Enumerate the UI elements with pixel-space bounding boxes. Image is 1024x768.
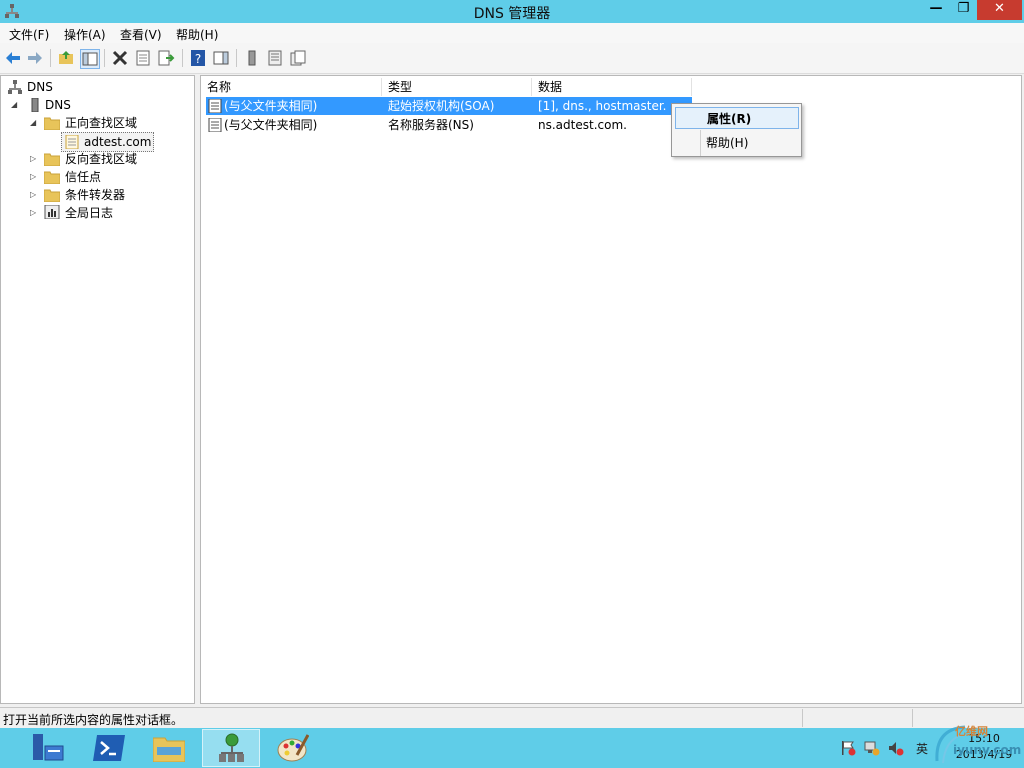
table-row[interactable]: (与父文件夹相同) 名称服务器(NS) ns.adtest.com. (206, 116, 692, 134)
taskbar-server-manager[interactable] (20, 729, 78, 767)
tree-label: 信任点 (65, 170, 102, 184)
tree-label: DNS (45, 98, 71, 112)
status-divider (912, 709, 913, 727)
properties-icon[interactable] (134, 49, 152, 67)
powershell-icon (93, 735, 125, 761)
file-explorer-icon (153, 737, 185, 762)
dns-manager-icon (219, 733, 244, 762)
tree-label: 条件转发器 (65, 188, 126, 202)
speaker-icon[interactable] (888, 740, 904, 756)
network-icon[interactable] (864, 740, 880, 756)
title-bar: DNS 管理器 — ❐ ✕ (0, 0, 1024, 23)
console-tree: DNS ◢ DNS ◢ 正向查找区域 adtest.com ▷ 反向查找区域 ▷… (0, 75, 195, 704)
taskbar-dns-manager[interactable] (202, 729, 260, 767)
tree-label: 反向查找区域 (65, 152, 138, 166)
menu-view[interactable]: 查看(V) (120, 26, 162, 43)
collapsed-triangle-icon[interactable]: ▷ (30, 173, 38, 181)
context-menu-properties[interactable]: 属性(R) (675, 107, 799, 129)
records-list: 名称 类型 数据 (与父文件夹相同) 起始授权机构(SOA) [1], dns.… (200, 75, 1022, 704)
back-arrow-icon[interactable] (4, 49, 22, 67)
record-name: (与父文件夹相同) (224, 118, 318, 132)
column-header-type[interactable]: 类型 (382, 78, 532, 96)
record-data: ns.adtest.com. (538, 118, 627, 132)
tree-label: adtest.com (84, 135, 152, 149)
svg-text:?: ? (195, 52, 201, 66)
paint-icon (277, 734, 309, 762)
forward-arrow-icon[interactable] (26, 49, 44, 67)
toolbar-separator (236, 49, 237, 67)
column-header-name[interactable]: 名称 (201, 78, 382, 96)
maximize-button[interactable]: ❐ (950, 0, 977, 20)
toolbar-separator (182, 49, 183, 67)
expanded-triangle-icon[interactable]: ◢ (30, 119, 38, 127)
tree-label: DNS (27, 80, 53, 94)
folder-icon (44, 117, 60, 130)
context-menu-help[interactable]: 帮助(H) (675, 132, 799, 154)
tree-label: 全局日志 (65, 206, 114, 220)
show-hide-action-pane-icon[interactable] (212, 49, 230, 67)
toolbar-separator (50, 49, 51, 67)
server-icon[interactable] (243, 49, 261, 67)
svg-text:英: 英 (916, 742, 928, 756)
watermark-text-bottom: iyunv.com (953, 743, 1022, 757)
collapsed-triangle-icon[interactable]: ▷ (30, 191, 38, 199)
column-header-data[interactable]: 数据 (532, 78, 692, 96)
dns-root-icon (8, 80, 22, 94)
show-hide-tree-icon[interactable] (80, 49, 100, 69)
server-icon (31, 98, 39, 112)
up-folder-icon[interactable] (57, 49, 75, 67)
collapsed-triangle-icon[interactable]: ▷ (30, 209, 38, 217)
help-icon[interactable]: ? (189, 49, 207, 67)
window-title: DNS 管理器 (473, 6, 551, 22)
zone-icon (65, 135, 79, 149)
close-button[interactable]: ✕ (977, 0, 1022, 20)
zone-icon[interactable] (266, 49, 284, 67)
menu-help[interactable]: 帮助(H) (176, 26, 218, 43)
table-row[interactable]: (与父文件夹相同) 起始授权机构(SOA) [1], dns., hostmas… (206, 97, 692, 115)
watermark-logo: 亿维网 iyunv.com (931, 721, 1021, 767)
taskbar-file-explorer[interactable] (140, 729, 198, 767)
toolbar-separator (104, 49, 105, 67)
record-type: 名称服务器(NS) (388, 118, 474, 132)
record-icon (208, 118, 222, 132)
delete-icon[interactable] (111, 49, 129, 67)
status-bar: 打开当前所选内容的属性对话框。 (0, 707, 1024, 728)
taskbar-paint[interactable] (264, 729, 322, 767)
event-log-icon (44, 205, 60, 219)
menu-item-label: 属性(R) (707, 112, 752, 126)
toolbar: ? (0, 43, 1024, 74)
tree-node-adtest-zone[interactable]: adtest.com (61, 132, 154, 152)
record-data: [1], dns., hostmaster. (538, 99, 667, 113)
ime-icon[interactable]: 英 (914, 740, 930, 756)
menu-item-label: 帮助(H) (706, 136, 749, 150)
watermark-text-top: 亿维网 (955, 725, 988, 738)
export-list-icon[interactable] (157, 49, 175, 67)
tree-label: 正向查找区域 (65, 116, 138, 130)
record-icon (208, 99, 222, 113)
folder-icon (44, 189, 60, 202)
minimize-button[interactable]: — (922, 0, 950, 20)
menu-bar: 文件(F) 操作(A) 查看(V) 帮助(H) (0, 23, 1024, 43)
context-menu: 属性(R) 帮助(H) (671, 103, 802, 157)
folder-icon (44, 153, 60, 166)
status-text: 打开当前所选内容的属性对话框。 (3, 713, 184, 727)
status-divider (802, 709, 803, 727)
flag-icon[interactable] (840, 740, 856, 756)
taskbar: 英 15:10 2013/4/19 (0, 728, 1024, 768)
server-manager-icon (33, 734, 64, 761)
record-type: 起始授权机构(SOA) (388, 99, 495, 113)
records-icon[interactable] (289, 49, 307, 67)
expanded-triangle-icon[interactable]: ◢ (11, 101, 19, 109)
folder-icon (44, 171, 60, 184)
taskbar-powershell[interactable] (80, 729, 138, 767)
menu-file[interactable]: 文件(F) (9, 26, 49, 43)
record-name: (与父文件夹相同) (224, 99, 318, 113)
menu-action[interactable]: 操作(A) (64, 26, 106, 43)
collapsed-triangle-icon[interactable]: ▷ (30, 155, 38, 163)
